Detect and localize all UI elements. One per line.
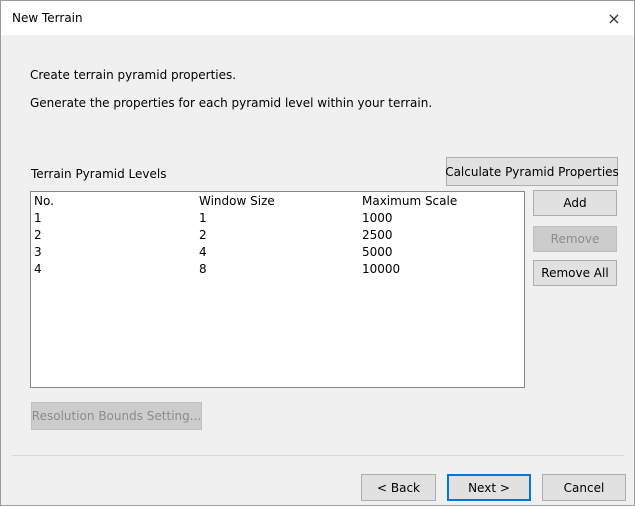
column-header-window-size[interactable]: Window Size: [199, 193, 275, 210]
calculate-pyramid-properties-button[interactable]: Calculate Pyramid Properties: [445, 157, 619, 186]
list-item[interactable]: 4 8 10000: [31, 261, 524, 278]
cell-window-size: 4: [199, 245, 207, 259]
next-button[interactable]: Next >: [447, 474, 531, 501]
cell-maximum-scale: 5000: [362, 245, 393, 259]
dialog-title: New Terrain: [12, 11, 83, 25]
pyramid-levels-label: Terrain Pyramid Levels: [31, 167, 167, 181]
remove-all-button[interactable]: Remove All: [533, 260, 617, 286]
column-header-maximum-scale[interactable]: Maximum Scale: [362, 193, 457, 210]
resolution-bounds-setting-button[interactable]: Resolution Bounds Setting...: [31, 402, 202, 430]
close-icon: ×: [607, 8, 621, 28]
cell-window-size: 1: [199, 211, 207, 225]
new-terrain-dialog: New Terrain × Create terrain pyramid pro…: [0, 0, 635, 506]
cell-no: 3: [34, 245, 42, 259]
back-button[interactable]: < Back: [361, 474, 436, 501]
remove-button[interactable]: Remove: [533, 226, 617, 252]
description-line-2: Generate the properties for each pyramid…: [30, 96, 433, 110]
cell-maximum-scale: 1000: [362, 211, 393, 225]
footer-divider: [12, 455, 624, 456]
list-item[interactable]: 3 4 5000: [31, 244, 524, 261]
title-bar: New Terrain ×: [1, 1, 634, 35]
cell-no: 1: [34, 211, 42, 225]
cancel-button[interactable]: Cancel: [542, 474, 626, 501]
cell-maximum-scale: 2500: [362, 228, 393, 242]
add-button[interactable]: Add: [533, 190, 617, 216]
cell-no: 2: [34, 228, 42, 242]
cell-no: 4: [34, 262, 42, 276]
cell-maximum-scale: 10000: [362, 262, 401, 276]
list-item[interactable]: 2 2 2500: [31, 227, 524, 244]
list-header: No. Window Size Maximum Scale: [31, 193, 524, 210]
cell-window-size: 8: [199, 262, 207, 276]
description-line-1: Create terrain pyramid properties.: [30, 68, 237, 82]
cell-window-size: 2: [199, 228, 207, 242]
list-item[interactable]: 1 1 1000: [31, 210, 524, 227]
close-button[interactable]: ×: [594, 1, 634, 35]
column-header-no[interactable]: No.: [34, 193, 54, 210]
pyramid-levels-list[interactable]: No. Window Size Maximum Scale 1 1 1000 2…: [30, 191, 525, 388]
